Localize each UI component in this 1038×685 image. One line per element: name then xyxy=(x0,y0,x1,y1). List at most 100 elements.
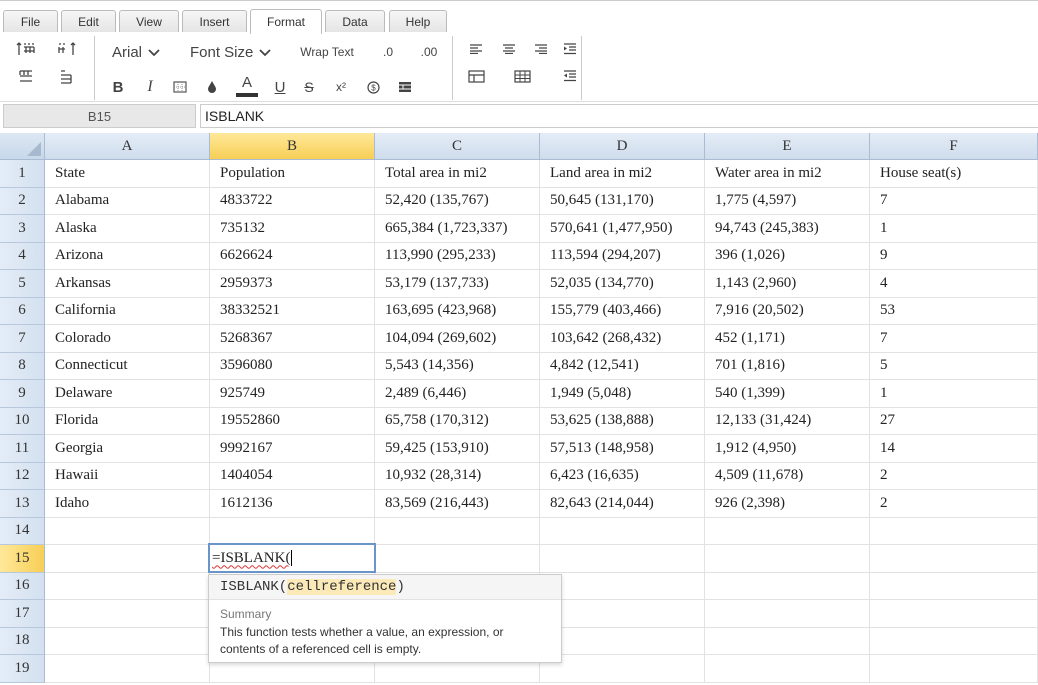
cell-e6[interactable]: 7,916 (20,502) xyxy=(705,297,870,325)
cell-e10[interactable]: 12,133 (31,424) xyxy=(705,407,870,435)
cell-a18[interactable] xyxy=(45,627,210,655)
row-header-1[interactable]: 1 xyxy=(0,160,45,188)
cell-e4[interactable]: 396 (1,026) xyxy=(705,242,870,270)
cell-d15[interactable] xyxy=(540,545,705,573)
cell-c5[interactable]: 53,179 (137,733) xyxy=(375,270,540,298)
cell-f10[interactable]: 27 xyxy=(870,407,1038,435)
cell-a7[interactable]: Colorado xyxy=(45,325,210,353)
row-header-12[interactable]: 12 xyxy=(0,462,45,490)
row-header-8[interactable]: 8 xyxy=(0,352,45,380)
cell-d12[interactable]: 6,423 (16,635) xyxy=(540,462,705,490)
column-header-e[interactable]: E xyxy=(705,133,870,160)
column-header-c[interactable]: C xyxy=(375,133,540,160)
row-header-3[interactable]: 3 xyxy=(0,215,45,243)
cell-b2[interactable]: 4833722 xyxy=(210,187,375,215)
column-header-b[interactable]: B xyxy=(210,133,375,160)
row-header-16[interactable]: 16 xyxy=(0,572,45,600)
cell-b14[interactable] xyxy=(210,517,375,545)
row-header-17[interactable]: 17 xyxy=(0,600,45,628)
cell-f6[interactable]: 53 xyxy=(870,297,1038,325)
cell-a15[interactable] xyxy=(45,545,210,573)
decrease-decimal-button[interactable]: .0 xyxy=(376,42,400,62)
cell-e19[interactable] xyxy=(705,655,870,683)
cell-f17[interactable] xyxy=(870,600,1038,628)
cell-a19[interactable] xyxy=(45,655,210,683)
column-header-d[interactable]: D xyxy=(540,133,705,160)
cell-f13[interactable]: 2 xyxy=(870,490,1038,518)
italic-button[interactable]: I xyxy=(140,76,160,98)
cell-c6[interactable]: 163,695 (423,968) xyxy=(375,297,540,325)
cell-a16[interactable] xyxy=(45,572,210,600)
cell-c3[interactable]: 665,384 (1,723,337) xyxy=(375,215,540,243)
cell-d5[interactable]: 52,035 (134,770) xyxy=(540,270,705,298)
formula-input[interactable]: ISBLANK xyxy=(200,104,1038,128)
cell-f19[interactable] xyxy=(870,655,1038,683)
cell-b6[interactable]: 38332521 xyxy=(210,297,375,325)
row-header-18[interactable]: 18 xyxy=(0,627,45,655)
cell-f18[interactable] xyxy=(870,627,1038,655)
row-header-15[interactable]: 15 xyxy=(0,545,45,573)
cell-f3[interactable]: 1 xyxy=(870,215,1038,243)
cell-a12[interactable]: Hawaii xyxy=(45,462,210,490)
row-header-5[interactable]: 5 xyxy=(0,270,45,298)
cell-f8[interactable]: 5 xyxy=(870,352,1038,380)
tab-view[interactable]: View xyxy=(119,10,179,33)
cell-editor[interactable]: =ISBLANK( xyxy=(208,543,376,573)
fill-color-icon[interactable] xyxy=(202,76,222,98)
grid-icon[interactable] xyxy=(512,66,532,86)
align-left-icon[interactable] xyxy=(467,40,485,58)
cell-a8[interactable]: Connecticut xyxy=(45,352,210,380)
insert-row-above-icon[interactable] xyxy=(14,38,38,60)
cell-d11[interactable]: 57,513 (148,958) xyxy=(540,435,705,463)
cell-d7[interactable]: 103,642 (268,432) xyxy=(540,325,705,353)
cell-c12[interactable]: 10,932 (28,314) xyxy=(375,462,540,490)
cell-e11[interactable]: 1,912 (4,950) xyxy=(705,435,870,463)
cell-f9[interactable]: 1 xyxy=(870,380,1038,408)
cell-c11[interactable]: 59,425 (153,910) xyxy=(375,435,540,463)
cell-d3[interactable]: 570,641 (1,477,950) xyxy=(540,215,705,243)
cell-c2[interactable]: 52,420 (135,767) xyxy=(375,187,540,215)
select-all-corner[interactable] xyxy=(0,133,45,160)
strikethrough-button[interactable]: S xyxy=(299,76,319,98)
cell-a4[interactable]: Arizona xyxy=(45,242,210,270)
indent-icon[interactable] xyxy=(561,40,579,58)
cell-d10[interactable]: 53,625 (138,888) xyxy=(540,407,705,435)
cell-e9[interactable]: 540 (1,399) xyxy=(705,380,870,408)
cell-b11[interactable]: 9992167 xyxy=(210,435,375,463)
align-center-icon[interactable] xyxy=(500,40,518,58)
cell-reference-box[interactable]: B15 xyxy=(3,104,196,128)
cell-b1[interactable]: Population xyxy=(210,160,375,188)
tab-file[interactable]: File xyxy=(3,10,58,33)
tab-data[interactable]: Data xyxy=(325,10,385,33)
cell-c14[interactable] xyxy=(375,517,540,545)
increase-decimal-button[interactable]: .00 xyxy=(416,42,442,62)
row-header-10[interactable]: 10 xyxy=(0,407,45,435)
cell-b13[interactable]: 1612136 xyxy=(210,490,375,518)
cell-b4[interactable]: 6626624 xyxy=(210,242,375,270)
cell-b7[interactable]: 5268367 xyxy=(210,325,375,353)
cell-e16[interactable] xyxy=(705,572,870,600)
cell-d19[interactable] xyxy=(540,655,705,683)
cell-c4[interactable]: 113,990 (295,233) xyxy=(375,242,540,270)
cell-a3[interactable]: Alaska xyxy=(45,215,210,243)
column-header-f[interactable]: F xyxy=(870,133,1038,160)
row-header-2[interactable]: 2 xyxy=(0,187,45,215)
cell-d9[interactable]: 1,949 (5,048) xyxy=(540,380,705,408)
cell-d6[interactable]: 155,779 (403,466) xyxy=(540,297,705,325)
cell-d1[interactable]: Land area in mi2 xyxy=(540,160,705,188)
cell-e1[interactable]: Water area in mi2 xyxy=(705,160,870,188)
borders-icon[interactable] xyxy=(170,76,190,98)
cell-c8[interactable]: 5,543 (14,356) xyxy=(375,352,540,380)
cell-d16[interactable] xyxy=(540,572,705,600)
insert-col-icon[interactable] xyxy=(55,38,79,60)
cell-e12[interactable]: 4,509 (11,678) xyxy=(705,462,870,490)
cell-c1[interactable]: Total area in mi2 xyxy=(375,160,540,188)
cell-a14[interactable] xyxy=(45,517,210,545)
cell-e18[interactable] xyxy=(705,627,870,655)
cell-c13[interactable]: 83,569 (216,443) xyxy=(375,490,540,518)
align-right-icon[interactable] xyxy=(532,40,550,58)
row-header-4[interactable]: 4 xyxy=(0,242,45,270)
cell-b3[interactable]: 735132 xyxy=(210,215,375,243)
row-header-7[interactable]: 7 xyxy=(0,325,45,353)
cell-d4[interactable]: 113,594 (294,207) xyxy=(540,242,705,270)
